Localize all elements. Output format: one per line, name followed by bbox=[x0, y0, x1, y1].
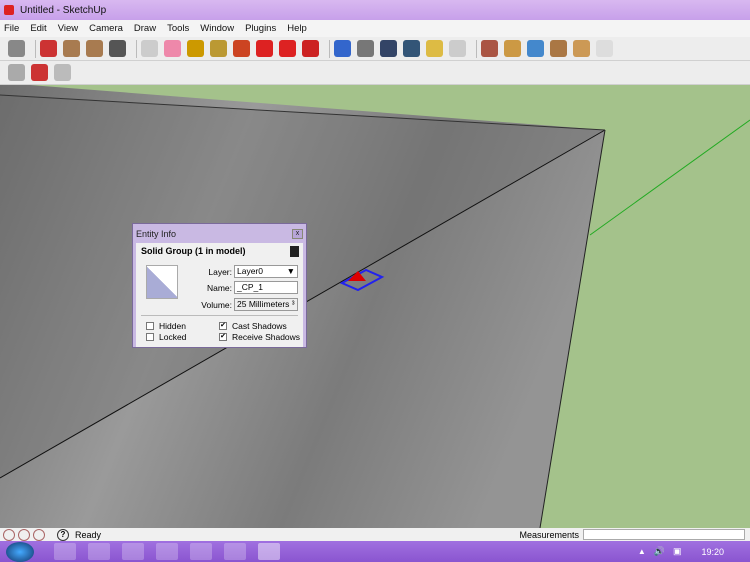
measurements-input[interactable] bbox=[583, 529, 745, 540]
checkbox[interactable] bbox=[146, 333, 154, 341]
pan-icon[interactable] bbox=[357, 40, 374, 57]
chrome-icon[interactable] bbox=[190, 543, 212, 560]
volume-icon[interactable]: 🔊 bbox=[654, 546, 665, 557]
3d-warehouse-icon[interactable] bbox=[481, 40, 498, 57]
entity-info-dialog: Entity Info x Solid Group (1 in model) La… bbox=[132, 223, 307, 348]
share-model-icon[interactable] bbox=[504, 40, 521, 57]
menu-bar: File Edit View Camera Draw Tools Window Plugins… bbox=[0, 20, 750, 37]
taskbar-app-icon[interactable] bbox=[224, 543, 246, 560]
arc-icon[interactable] bbox=[109, 40, 126, 57]
layer-select[interactable]: Layer0 ▼ bbox=[234, 265, 298, 278]
name-label: Name: bbox=[206, 282, 232, 293]
3d-viewport[interactable] bbox=[0, 85, 750, 528]
next-view-icon[interactable] bbox=[449, 40, 466, 57]
internet-explorer-icon[interactable] bbox=[156, 543, 178, 560]
taskbar: ▲ 🔊 ▣ 19:20 bbox=[0, 541, 750, 562]
previous-view-icon[interactable] bbox=[426, 40, 443, 57]
geo-location-icon[interactable] bbox=[3, 528, 15, 541]
paint-bucket-icon[interactable] bbox=[210, 40, 227, 57]
receive-shadows-checkbox[interactable]: ✔ Receive Shadows bbox=[219, 332, 300, 342]
credits-icon[interactable] bbox=[18, 528, 30, 541]
zoom-extents-icon[interactable] bbox=[403, 40, 420, 57]
tape-measure-icon[interactable] bbox=[187, 40, 204, 57]
dynamic-component-icon[interactable] bbox=[31, 64, 48, 81]
volume-label: Volume: bbox=[201, 299, 232, 310]
select-icon[interactable] bbox=[8, 40, 25, 57]
menu-help[interactable]: Help bbox=[287, 23, 307, 34]
toggle-details-icon[interactable] bbox=[290, 246, 299, 257]
measurements-label: Measurements bbox=[519, 529, 579, 540]
google-earth-icon[interactable] bbox=[527, 40, 544, 57]
layer-label: Layer: bbox=[208, 266, 232, 277]
eraser-icon[interactable] bbox=[164, 40, 181, 57]
material-swatch[interactable] bbox=[146, 265, 178, 299]
sketchup-taskbar-icon[interactable] bbox=[258, 543, 280, 560]
dialog-title: Entity Info bbox=[136, 228, 177, 239]
show-hidden-icons-icon[interactable]: ▲ bbox=[638, 547, 646, 556]
locked-label: Locked bbox=[159, 332, 187, 342]
make-component-icon[interactable] bbox=[141, 40, 158, 57]
menu-tools[interactable]: Tools bbox=[167, 23, 189, 34]
locked-checkbox[interactable]: Locked bbox=[146, 332, 186, 342]
pencil-icon[interactable] bbox=[40, 40, 57, 57]
status-bar: ? Ready Measurements bbox=[0, 528, 750, 541]
volume-value: 25 Millimeters ³ bbox=[234, 298, 298, 311]
receive-shadows-label: Receive Shadows bbox=[232, 332, 301, 342]
taskbar-app-icon[interactable] bbox=[54, 543, 76, 560]
start-button[interactable] bbox=[6, 541, 34, 562]
menu-file[interactable]: File bbox=[4, 23, 19, 34]
sandbox-smoove-icon[interactable] bbox=[8, 64, 25, 81]
menu-edit[interactable]: Edit bbox=[30, 23, 46, 34]
checkbox-checked[interactable]: ✔ bbox=[219, 322, 227, 330]
layer-icon[interactable] bbox=[596, 40, 613, 57]
window-title: Untitled - SketchUp bbox=[20, 4, 107, 16]
close-button[interactable]: x bbox=[292, 228, 303, 239]
user-icon[interactable] bbox=[33, 528, 45, 541]
status-text: Ready bbox=[75, 529, 102, 540]
chevron-down-icon: ▼ bbox=[286, 266, 295, 276]
checkbox[interactable] bbox=[146, 322, 154, 330]
title-bar: Untitled - SketchUp bbox=[0, 0, 750, 20]
help-icon[interactable]: ? bbox=[57, 528, 69, 541]
menu-draw[interactable]: Draw bbox=[134, 23, 156, 34]
circle-icon[interactable] bbox=[86, 40, 103, 57]
hidden-checkbox[interactable]: Hidden bbox=[146, 321, 186, 331]
push-pull-icon[interactable] bbox=[233, 40, 250, 57]
menu-plugins[interactable]: Plugins bbox=[245, 23, 276, 34]
clock[interactable]: 19:20 bbox=[701, 547, 724, 557]
get-models-icon[interactable] bbox=[550, 40, 567, 57]
sketchup-logo-icon bbox=[4, 5, 14, 15]
component-icon[interactable] bbox=[573, 40, 590, 57]
explorer-icon[interactable] bbox=[122, 543, 144, 560]
taskbar-app-icon[interactable] bbox=[88, 543, 110, 560]
toolbar-separator bbox=[35, 39, 36, 58]
secondary-toolbar bbox=[0, 61, 750, 85]
layer-value: Layer0 bbox=[237, 266, 263, 276]
cast-shadows-checkbox[interactable]: ✔ Cast Shadows bbox=[219, 321, 287, 331]
cast-shadows-label: Cast Shadows bbox=[232, 321, 287, 331]
green-axis bbox=[589, 119, 750, 236]
network-icon[interactable]: ▣ bbox=[673, 546, 682, 557]
rotate-icon[interactable] bbox=[279, 40, 296, 57]
hidden-label: Hidden bbox=[159, 321, 186, 331]
follow-me-icon[interactable] bbox=[302, 40, 319, 57]
menu-view[interactable]: View bbox=[58, 23, 78, 34]
checkbox-checked[interactable]: ✔ bbox=[219, 333, 227, 341]
menu-window[interactable]: Window bbox=[200, 23, 234, 34]
divider bbox=[141, 315, 298, 316]
move-icon[interactable] bbox=[256, 40, 273, 57]
toolbar-separator bbox=[476, 39, 477, 58]
zoom-icon[interactable] bbox=[380, 40, 397, 57]
toolbar-separator bbox=[136, 39, 137, 58]
name-input[interactable]: _CP_1 bbox=[234, 281, 298, 294]
menu-camera[interactable]: Camera bbox=[89, 23, 123, 34]
rectangle-icon[interactable] bbox=[63, 40, 80, 57]
toolbar-separator bbox=[329, 39, 330, 58]
main-toolbar bbox=[0, 37, 750, 61]
solid-tools-icon[interactable] bbox=[54, 64, 71, 81]
entity-heading: Solid Group (1 in model) bbox=[141, 246, 246, 256]
orbit-icon[interactable] bbox=[334, 40, 351, 57]
model-canvas[interactable] bbox=[0, 85, 750, 528]
